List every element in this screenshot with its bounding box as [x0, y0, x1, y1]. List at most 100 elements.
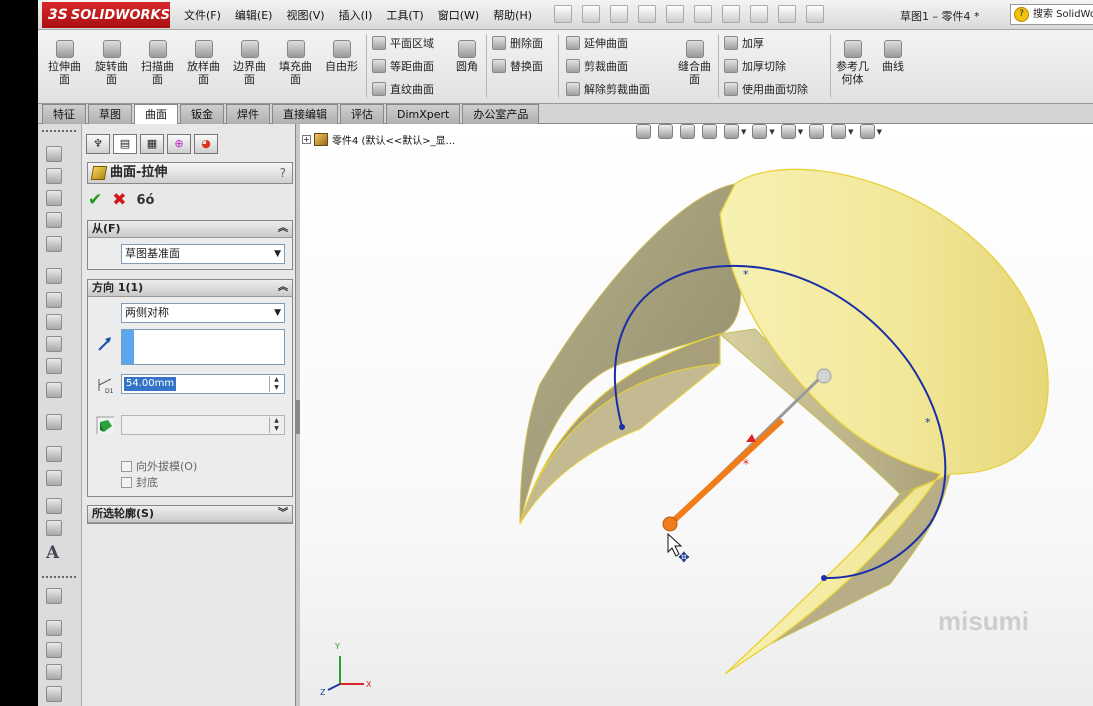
tab-surfaces[interactable]: 曲面 [134, 104, 178, 124]
dimxpert-manager-tab-icon[interactable]: ⊕ [167, 134, 191, 154]
wrap-tool-icon[interactable] [46, 382, 62, 398]
ok-checkmark-icon[interactable]: ✔ [88, 190, 102, 210]
tab-dimxpert[interactable]: DimXpert [386, 104, 461, 124]
property-manager-tab-icon[interactable]: ▤ [113, 134, 137, 154]
surface-outer-front[interactable] [719, 168, 1049, 675]
sweep-tool-icon[interactable] [46, 190, 62, 206]
zoom-to-area-icon[interactable] [658, 124, 673, 139]
menu-tools[interactable]: 工具(T) [386, 7, 423, 23]
configuration-manager-tab-icon[interactable]: ▦ [140, 134, 164, 154]
untrim-surface-button[interactable]: 解除剪裁曲面 [566, 81, 650, 97]
boundary-tool-icon[interactable] [46, 236, 62, 252]
draft-toggle-icon[interactable] [96, 416, 114, 434]
revolved-surface-button[interactable]: 旋转曲面 [95, 40, 128, 86]
toolbar-grip[interactable] [42, 130, 76, 132]
chevron-down-icon[interactable]: ▼ [877, 128, 882, 136]
knit-surface-button[interactable]: 缝合曲面 [678, 40, 711, 86]
menu-help[interactable]: 帮助(H) [493, 7, 532, 23]
extruded-surface-button[interactable]: 拉伸曲面 [48, 40, 81, 86]
direction-arrow-icon[interactable] [96, 335, 114, 353]
drag-handle-ball[interactable] [662, 516, 678, 532]
offset-surface-button[interactable]: 等距曲面 [372, 58, 434, 74]
text-tool-icon[interactable]: A [46, 543, 59, 563]
pattern-tool-icon[interactable] [46, 414, 62, 430]
fillet-button[interactable]: 圆角 [456, 40, 478, 73]
spline-endpoint[interactable] [619, 424, 625, 430]
extend-surface-button[interactable]: 延伸曲面 [566, 35, 628, 51]
thickened-cut-button[interactable]: 加厚切除 [724, 58, 786, 74]
search-input[interactable]: ? 搜索 SolidWorks [1010, 4, 1093, 25]
zoom-to-fit-icon[interactable] [636, 124, 651, 139]
print-icon[interactable] [666, 5, 684, 23]
draft-angle-input[interactable]: ▲ ▼ [121, 415, 285, 435]
spline-point-marker[interactable]: * [743, 268, 749, 281]
chamfer-tool-icon[interactable] [46, 292, 62, 308]
chevron-down-icon[interactable]: ▼ [769, 128, 774, 136]
save-icon[interactable] [638, 5, 656, 23]
expand-plus-icon[interactable]: + [302, 135, 311, 144]
select-pointer-icon[interactable] [722, 5, 740, 23]
direction1-handle-shaft[interactable] [667, 417, 785, 527]
menu-insert[interactable]: 插入(I) [339, 7, 373, 23]
expand-chevron-icon[interactable]: ︾ [278, 506, 288, 522]
curves-button[interactable]: 曲线 [882, 40, 904, 73]
tab-weldments[interactable]: 焊件 [226, 104, 270, 124]
swept-surface-button[interactable]: 扫描曲面 [141, 40, 174, 86]
revolve-tool-icon[interactable] [46, 168, 62, 184]
cap-end-checkbox[interactable]: 封底 [121, 474, 158, 490]
selected-contours-header[interactable]: 所选轮廓(S) ︾ [88, 506, 292, 523]
file-properties-icon[interactable] [778, 5, 796, 23]
tab-evaluate[interactable]: 评估 [340, 104, 384, 124]
curve-tool-icon[interactable] [46, 470, 62, 486]
undo-icon[interactable] [694, 5, 712, 23]
feature-manager-tab-icon[interactable]: ♆ [86, 134, 110, 154]
from-start-condition-select[interactable]: 草图基准面 ▼ [121, 244, 285, 264]
section-view-icon[interactable] [702, 124, 717, 139]
extrude-tool-icon[interactable] [46, 146, 62, 162]
direction-reference-selection[interactable] [121, 329, 285, 365]
filled-surface-button[interactable]: 填充曲面 [279, 40, 312, 86]
reference-geometry-button[interactable]: 参考几 何体 [836, 40, 869, 86]
thicken-button[interactable]: 加厚 [724, 35, 764, 51]
spline-point-marker[interactable]: * [925, 416, 931, 429]
menu-window[interactable]: 窗口(W) [438, 7, 479, 23]
collapse-chevron-icon[interactable]: ︽ [278, 221, 288, 237]
boundary-surface-button[interactable]: 边界曲面 [233, 40, 266, 86]
view-settings-icon[interactable] [859, 124, 875, 139]
move-face-icon[interactable] [46, 620, 62, 636]
freeform-button[interactable]: 自由形 [325, 40, 358, 73]
tab-sketch[interactable]: 草图 [88, 104, 132, 124]
trim-surface-button[interactable]: 剪裁曲面 [566, 58, 628, 74]
graphics-area[interactable]: * * * ✥ Y X Z ▼ ▼ ▼ ▼ ▼ + 零件4 (默认<<默认>_显… [300, 124, 1093, 706]
menu-file[interactable]: 文件(F) [184, 7, 221, 23]
tab-direct-editing[interactable]: 直接编辑 [272, 104, 338, 124]
split-line-tool-icon[interactable] [46, 498, 62, 514]
rebuild-icon[interactable] [750, 5, 768, 23]
spin-arrows-icon[interactable]: ▲ ▼ [269, 417, 283, 433]
solidworks-logo[interactable]: 3S SOLIDWORKS [42, 2, 170, 28]
feature-tree-flyout[interactable]: + 零件4 (默认<<默认>_显... [302, 132, 455, 147]
replace-face-button[interactable]: 替换面 [492, 58, 543, 74]
display-style-icon[interactable] [752, 124, 768, 139]
options-icon[interactable] [806, 5, 824, 23]
help-icon[interactable]: ? [280, 163, 286, 183]
toolbar-grip[interactable] [42, 576, 76, 578]
fillet-tool-icon[interactable] [46, 268, 62, 284]
menu-view[interactable]: 视图(V) [286, 7, 324, 23]
cancel-x-icon[interactable]: ✖ [112, 190, 126, 210]
detailed-preview-icon[interactable]: 6ó [137, 193, 155, 208]
draft-outward-checkbox[interactable]: 向外拔模(O) [121, 458, 197, 474]
shell-tool-icon[interactable] [46, 314, 62, 330]
pin-icon[interactable] [554, 5, 572, 23]
draft-tool-icon[interactable] [46, 336, 62, 352]
chevron-down-icon[interactable]: ▼ [848, 128, 853, 136]
end-condition-select[interactable]: 两侧对称 ▼ [121, 303, 285, 323]
direction2-handle-ball[interactable] [816, 368, 832, 384]
from-group-header[interactable]: 从(F) ︽ [88, 221, 292, 238]
helix-tool-icon[interactable] [46, 664, 62, 680]
reference-tool-icon[interactable] [46, 446, 62, 462]
spin-arrows-icon[interactable]: ▲ ▼ [269, 376, 283, 392]
open-folder-icon[interactable] [610, 5, 628, 23]
direction1-group-header[interactable]: 方向 1(1) ︽ [88, 280, 292, 297]
spline-endpoint[interactable] [821, 575, 827, 581]
